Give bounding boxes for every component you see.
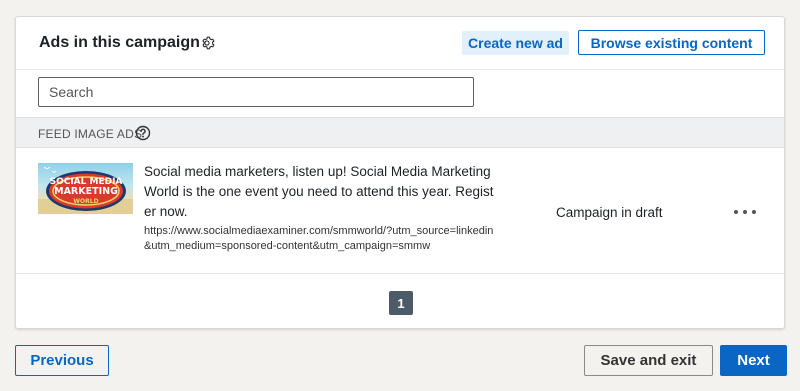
campaign-ads-card: Ads in this campaign Create new ad Brows… [15,16,785,329]
ad-thumbnail: SOCIAL MEDIA MARKETING WORLD [38,163,133,214]
section-label: FEED IMAGE ADS [38,127,143,141]
dot [752,210,756,214]
ad-row[interactable]: SOCIAL MEDIA MARKETING WORLD Social medi… [16,148,784,274]
pagination-page-1[interactable]: 1 [389,291,413,315]
logo-text-2: MARKETING [54,186,118,197]
browse-existing-content-button[interactable]: Browse existing content [578,30,765,55]
card-header: Ads in this campaign Create new ad Brows… [16,17,784,69]
question-circle-icon[interactable] [135,125,151,141]
dot [743,210,747,214]
ad-url: https://www.socialmediaexaminer.com/smmw… [144,225,494,252]
save-and-exit-button[interactable]: Save and exit [584,345,713,376]
ad-body-text: Social media marketers, listen up! Socia… [144,164,494,219]
next-button[interactable]: Next [720,345,787,376]
page-title: Ads in this campaign [39,34,200,51]
social-media-marketing-world-logo: SOCIAL MEDIA MARKETING WORLD [38,166,133,214]
previous-button[interactable]: Previous [15,345,109,376]
search-area [16,69,784,116]
feed-image-ads-section-header: FEED IMAGE ADS [16,117,784,148]
create-new-ad-button[interactable]: Create new ad [462,31,569,55]
more-horizontal-icon[interactable] [732,204,758,220]
search-input[interactable] [38,77,474,107]
logo-text-3: WORLD [73,198,98,205]
dot [734,210,738,214]
gear-icon[interactable] [198,34,216,52]
ad-status: Campaign in draft [556,205,663,220]
